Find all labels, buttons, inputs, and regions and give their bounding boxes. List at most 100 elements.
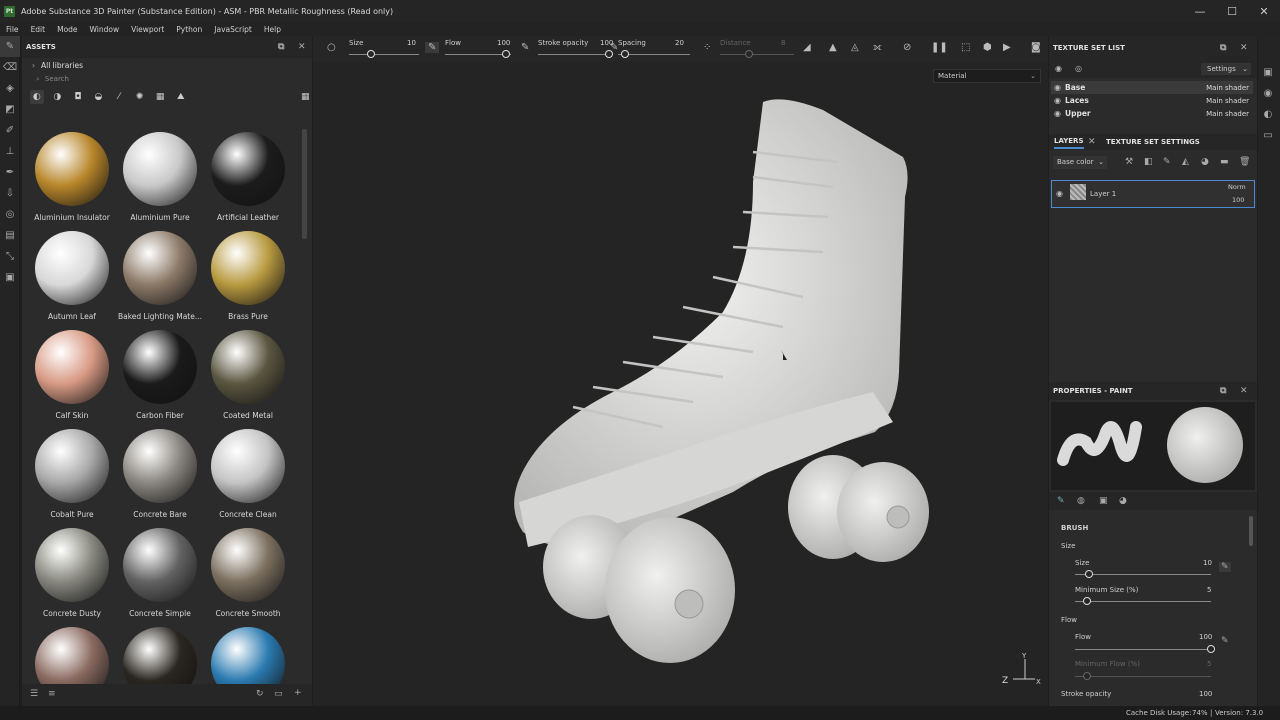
screenshot-icon[interactable]: ◙ xyxy=(1031,42,1041,53)
brush-shape-icon[interactable]: ○ xyxy=(327,42,336,53)
mirror-icon[interactable]: ⟗ xyxy=(873,42,882,53)
prop-flow-value[interactable]: 100 xyxy=(1199,633,1212,641)
alignment-icon[interactable]: ◢ xyxy=(803,42,811,53)
material-tile[interactable]: Cobalt Pure xyxy=(28,426,116,525)
shader-name[interactable]: Main shader xyxy=(1206,110,1249,118)
menu-viewport[interactable]: Viewport xyxy=(125,25,170,34)
grid-view-icon[interactable]: ▦ xyxy=(299,90,313,104)
menu-edit[interactable]: Edit xyxy=(25,25,52,34)
search-field[interactable]: ⌕ Search xyxy=(22,72,312,86)
layer-opacity[interactable]: 100 xyxy=(1232,196,1244,204)
menu-file[interactable]: File xyxy=(0,25,25,34)
size-value[interactable]: 10 xyxy=(407,39,416,47)
alpha-tab-icon[interactable]: ◍ xyxy=(1077,496,1085,506)
solo-icon[interactable]: ◎ xyxy=(1075,64,1082,73)
brush-filter-icon[interactable]: ⁄ xyxy=(112,90,126,104)
close-panel-icon[interactable]: ✕ xyxy=(298,42,306,52)
material-tile[interactable]: Concrete Dusty xyxy=(28,525,116,624)
paint-brush-icon[interactable]: ✎ xyxy=(0,36,20,57)
eraser-icon[interactable]: ⌫ xyxy=(0,57,20,78)
flow-pressure-icon[interactable]: ✎ xyxy=(521,42,529,53)
transform-icon[interactable]: ⤡ xyxy=(0,246,20,267)
disable-icon[interactable]: ⊘ xyxy=(903,42,911,53)
distance-slider-track[interactable] xyxy=(720,54,794,55)
material-filter-icon[interactable]: ◐ xyxy=(30,90,44,104)
size-slider-handle[interactable] xyxy=(367,50,375,58)
material-tile[interactable]: Concrete Clean xyxy=(204,426,292,525)
menu-help[interactable]: Help xyxy=(258,25,287,34)
material-tile[interactable]: Concrete Bare xyxy=(116,426,204,525)
min-flow-slider[interactable] xyxy=(1075,676,1211,677)
sort-icon[interactable]: ≡ xyxy=(48,689,56,699)
prop-flow-slider[interactable] xyxy=(1075,649,1211,650)
size-pressure-icon[interactable]: ✎ xyxy=(1219,562,1231,572)
float-panel-icon[interactable]: ⧉ xyxy=(1220,386,1226,396)
assets-scrollbar[interactable] xyxy=(302,129,307,239)
lazy-mouse-icon[interactable]: ⁘ xyxy=(703,42,711,53)
tab-texture-set-settings[interactable]: TEXTURE SET SETTINGS xyxy=(1106,135,1200,149)
history-icon[interactable]: ▭ xyxy=(1258,125,1278,146)
folder-icon[interactable]: ▭ xyxy=(274,689,283,699)
material-tile[interactable]: Baked Lighting Mate... xyxy=(116,228,204,327)
video-icon[interactable]: ▶ xyxy=(1003,42,1011,53)
distance-slider-handle[interactable] xyxy=(745,50,753,58)
menu-python[interactable]: Python xyxy=(170,25,208,34)
projection-icon[interactable]: ◈ xyxy=(0,78,20,99)
min-flow-value[interactable]: 5 xyxy=(1207,660,1211,668)
search-input[interactable]: Search xyxy=(45,75,69,83)
refresh-icon[interactable]: ↻ xyxy=(256,689,264,699)
geometry-mask-icon[interactable]: ◩ xyxy=(0,99,20,120)
material-tile[interactable]: Autumn Leaf xyxy=(28,228,116,327)
material-tile[interactable]: Artificial Leather xyxy=(204,129,292,228)
material-tile[interactable]: Aluminium Insulator xyxy=(28,129,116,228)
close-tab-icon[interactable]: ✕ xyxy=(1088,137,1096,147)
material-tile[interactable] xyxy=(28,624,116,685)
spacing-value[interactable]: 20 xyxy=(675,39,684,47)
library-selector[interactable]: › All libraries xyxy=(22,58,312,72)
blend-mode[interactable]: Norm xyxy=(1228,183,1246,191)
eye-icon[interactable]: ◉ xyxy=(1054,96,1061,105)
symmetry-x-icon[interactable]: ◬ xyxy=(851,42,859,53)
close-button[interactable]: ✕ xyxy=(1248,0,1280,22)
material-tile[interactable]: Concrete Smooth xyxy=(204,525,292,624)
add-paint-layer-icon[interactable]: ✎ xyxy=(1163,157,1171,167)
material-tile[interactable]: Aluminium Pure xyxy=(116,129,204,228)
delete-layer-icon[interactable]: 🗑 xyxy=(1239,157,1250,167)
float-panel-icon[interactable]: ⧉ xyxy=(1220,43,1226,53)
min-flow-handle[interactable] xyxy=(1083,672,1091,680)
flow-value[interactable]: 100 xyxy=(497,39,510,47)
roller-skate-model[interactable]: Y Z X xyxy=(313,62,1048,706)
add-effect-icon[interactable]: ⚒ xyxy=(1125,157,1133,167)
uv-icon[interactable]: ▤ xyxy=(0,225,20,246)
measure-icon[interactable]: ◎ xyxy=(0,204,20,225)
texture-set-row[interactable]: ◉ Upper Main shader xyxy=(1051,107,1253,120)
prop-size-value[interactable]: 10 xyxy=(1203,559,1212,567)
layer-row[interactable]: ◉ Layer 1 Norm 100 xyxy=(1051,180,1255,208)
maximize-button[interactable]: ☐ xyxy=(1216,0,1248,22)
stroke-opacity-slider-track[interactable] xyxy=(538,54,610,55)
layer-visibility-icon[interactable]: ◉ xyxy=(1056,189,1063,198)
brush-tab-icon[interactable]: ✎ xyxy=(1057,496,1065,506)
float-panel-icon[interactable]: ⧉ xyxy=(278,42,284,52)
min-size-value[interactable]: 5 xyxy=(1207,586,1211,594)
smart-material-filter-icon[interactable]: ◑ xyxy=(51,90,65,104)
size-slider-track[interactable] xyxy=(349,54,419,55)
cube-view-icon[interactable]: ⬢ xyxy=(983,42,992,53)
pause-icon[interactable]: ❚❚ xyxy=(931,42,948,53)
prop-flow-handle[interactable] xyxy=(1207,645,1215,653)
add-generator-icon[interactable]: ◕ xyxy=(1201,157,1209,167)
distance-value[interactable]: 8 xyxy=(781,39,785,47)
close-panel-icon[interactable]: ✕ xyxy=(1240,386,1248,396)
viewport-settings-icon[interactable]: ▣ xyxy=(1258,62,1278,83)
shader-settings-icon[interactable]: ◐ xyxy=(1258,104,1278,125)
prop-size-slider[interactable] xyxy=(1075,574,1211,575)
material-tile[interactable]: Coated Metal xyxy=(204,327,292,426)
layer-name[interactable]: Layer 1 xyxy=(1090,190,1116,198)
add-folder-icon[interactable]: ▬ xyxy=(1220,157,1229,167)
color-picker-icon[interactable]: ✒ xyxy=(0,162,20,183)
procedural-filter-icon[interactable]: ◒ xyxy=(92,90,106,104)
menu-window[interactable]: Window xyxy=(84,25,126,34)
display-settings-icon[interactable]: ◉ xyxy=(1258,83,1278,104)
eye-icon[interactable]: ◉ xyxy=(1054,109,1061,118)
min-size-handle[interactable] xyxy=(1083,597,1091,605)
